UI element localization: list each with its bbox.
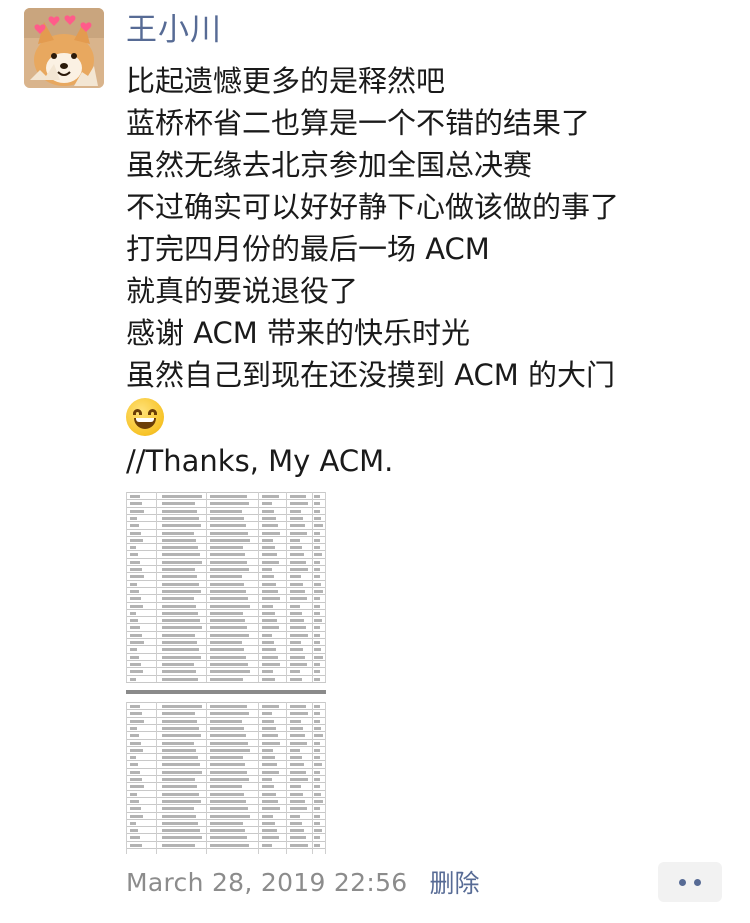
avatar[interactable]: [24, 8, 104, 88]
ellipsis-icon: [679, 878, 686, 886]
emoji-line: [126, 396, 726, 440]
attached-image[interactable]: [126, 492, 326, 854]
post-text: 比起遗憾更多的是释然吧 蓝桥杯省二也算是一个不错的结果了 虽然无缘去北京参加全国…: [126, 60, 726, 482]
post-line: 虽然无缘去北京参加全国总决赛: [126, 148, 533, 182]
post-meta: March 28, 2019 22:56 删除: [126, 862, 480, 902]
image-divider: [126, 690, 326, 694]
post-line: 感谢 ACM 带来的快乐时光: [126, 316, 471, 350]
score-sheet-image-top: [126, 492, 326, 683]
timestamp: March 28, 2019 22:56: [126, 867, 408, 897]
delete-button[interactable]: 删除: [429, 864, 479, 900]
post-line: 比起遗憾更多的是释然吧: [126, 64, 446, 98]
moment-post: 王小川 比起遗憾更多的是释然吧 蓝桥杯省二也算是一个不错的结果了 虽然无缘去北京…: [0, 0, 750, 923]
ellipsis-icon: [694, 878, 701, 886]
post-line: 不过确实可以好好静下心做该做的事了: [126, 190, 620, 224]
shiba-avatar-image: [24, 8, 104, 88]
post-line: 蓝桥杯省二也算是一个不错的结果了: [126, 106, 591, 140]
post-line: 打完四月份的最后一场 ACM: [126, 232, 490, 266]
grinning-face-icon: [126, 398, 164, 436]
closing-line: //Thanks, My ACM.: [126, 444, 394, 478]
more-button[interactable]: [658, 862, 722, 902]
post-line: 虽然自己到现在还没摸到 ACM 的大门: [126, 358, 616, 392]
author-name[interactable]: 王小川: [126, 10, 222, 50]
score-sheet-image-bottom: [126, 702, 326, 854]
post-line: 就真的要说退役了: [126, 274, 359, 308]
